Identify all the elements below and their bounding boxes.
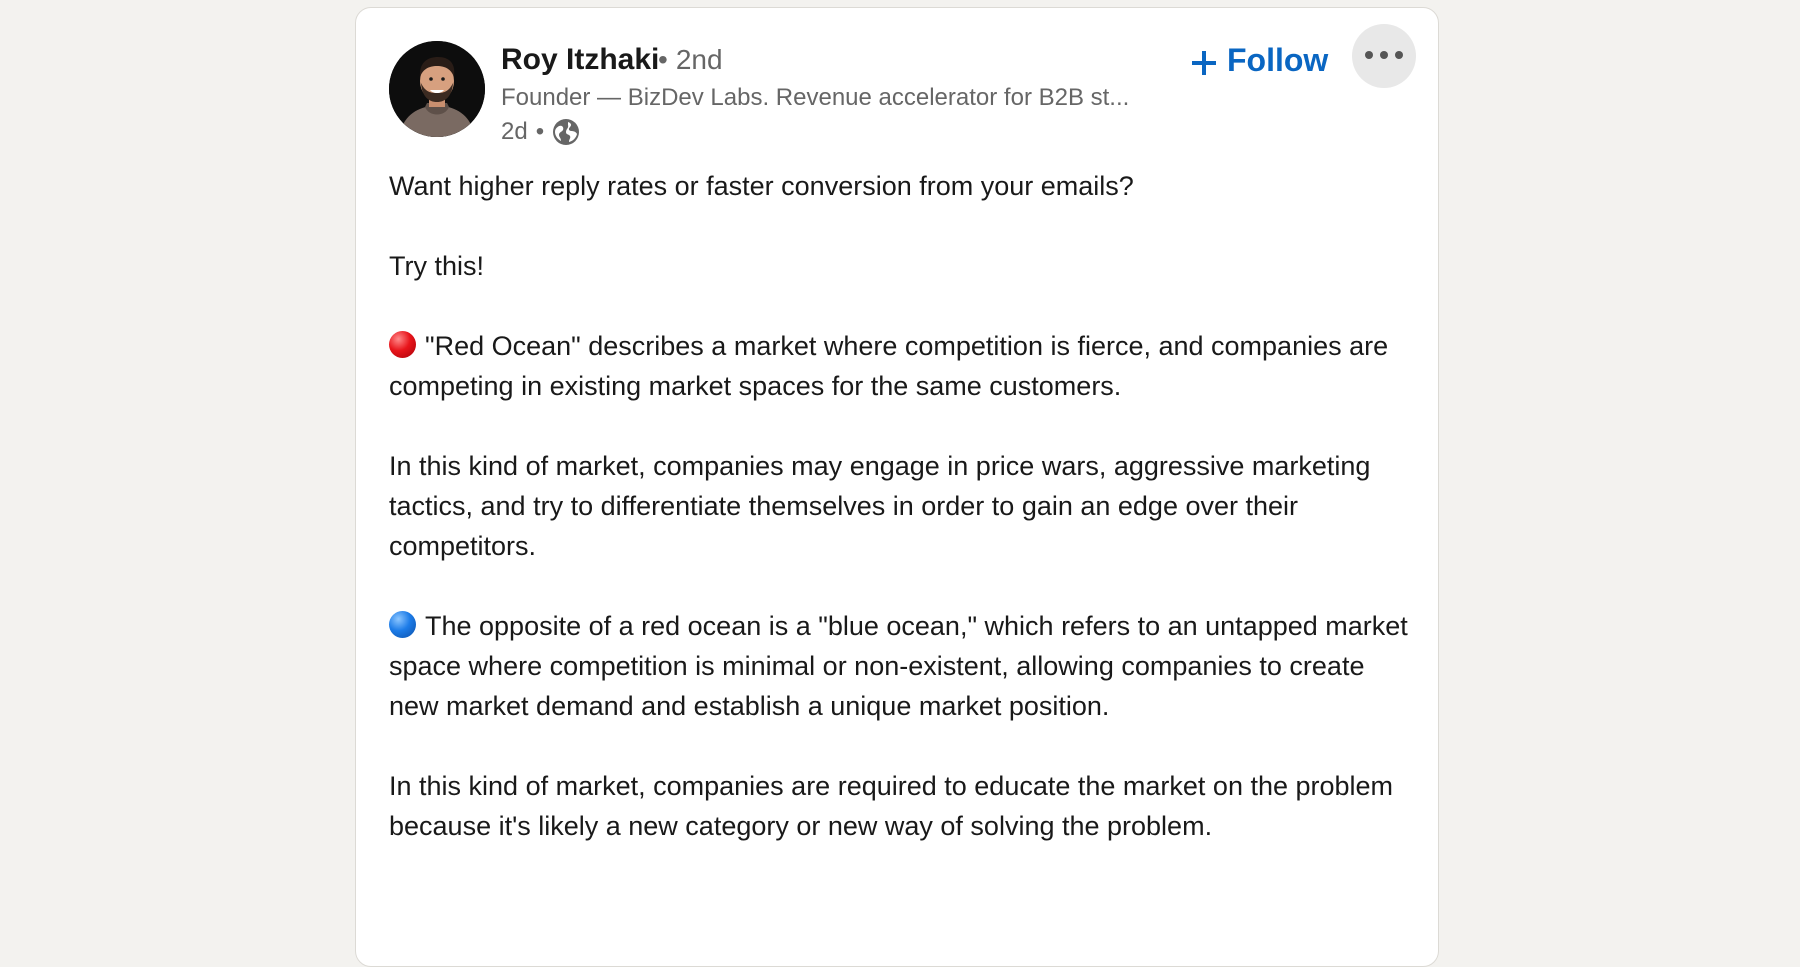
paragraph-text: Try this! — [389, 251, 485, 281]
post-paragraph: In this kind of market, companies are re… — [389, 766, 1409, 846]
follow-button[interactable]: Follow — [1191, 38, 1328, 82]
post-paragraph: The opposite of a red ocean is a "blue o… — [389, 606, 1409, 726]
red-circle-emoji — [389, 331, 416, 358]
degree-separator: • — [658, 44, 668, 75]
post-paragraph: Want higher reply rates or faster conver… — [389, 166, 1409, 206]
more-options-button[interactable] — [1352, 24, 1416, 88]
post-paragraph: "Red Ocean" describes a market where com… — [389, 326, 1409, 406]
author-name[interactable]: Roy Itzhaki — [501, 42, 659, 78]
paragraph-text: In this kind of market, companies may en… — [389, 451, 1371, 561]
post-paragraph: Try this! — [389, 246, 1409, 286]
post-paragraph: In this kind of market, companies may en… — [389, 446, 1409, 566]
post-body: Want higher reply rates or faster conver… — [389, 166, 1409, 886]
more-options-icon — [1364, 47, 1404, 65]
paragraph-text: In this kind of market, companies are re… — [389, 771, 1394, 841]
meta-separator: • — [535, 118, 545, 145]
blue-circle-emoji — [389, 611, 416, 638]
follow-label: Follow — [1227, 41, 1329, 78]
paragraph-text: Want higher reply rates or faster conver… — [389, 171, 1134, 201]
degree-label: 2nd — [675, 44, 723, 75]
connection-degree: • 2nd — [658, 42, 723, 78]
post-time: 2d — [501, 118, 528, 145]
paragraph-text: The opposite of a red ocean is a "blue o… — [389, 611, 1408, 721]
author-avatar[interactable] — [389, 41, 485, 137]
author-headline: Founder — BizDev Labs. Revenue accelerat… — [501, 84, 1130, 111]
post-meta: 2d • — [501, 116, 580, 148]
post-card: Roy Itzhaki • 2nd Founder — BizDev Labs. … — [355, 7, 1439, 967]
globe-icon — [552, 118, 580, 146]
plus-icon — [1191, 47, 1217, 75]
paragraph-text: "Red Ocean" describes a market where com… — [389, 331, 1389, 401]
